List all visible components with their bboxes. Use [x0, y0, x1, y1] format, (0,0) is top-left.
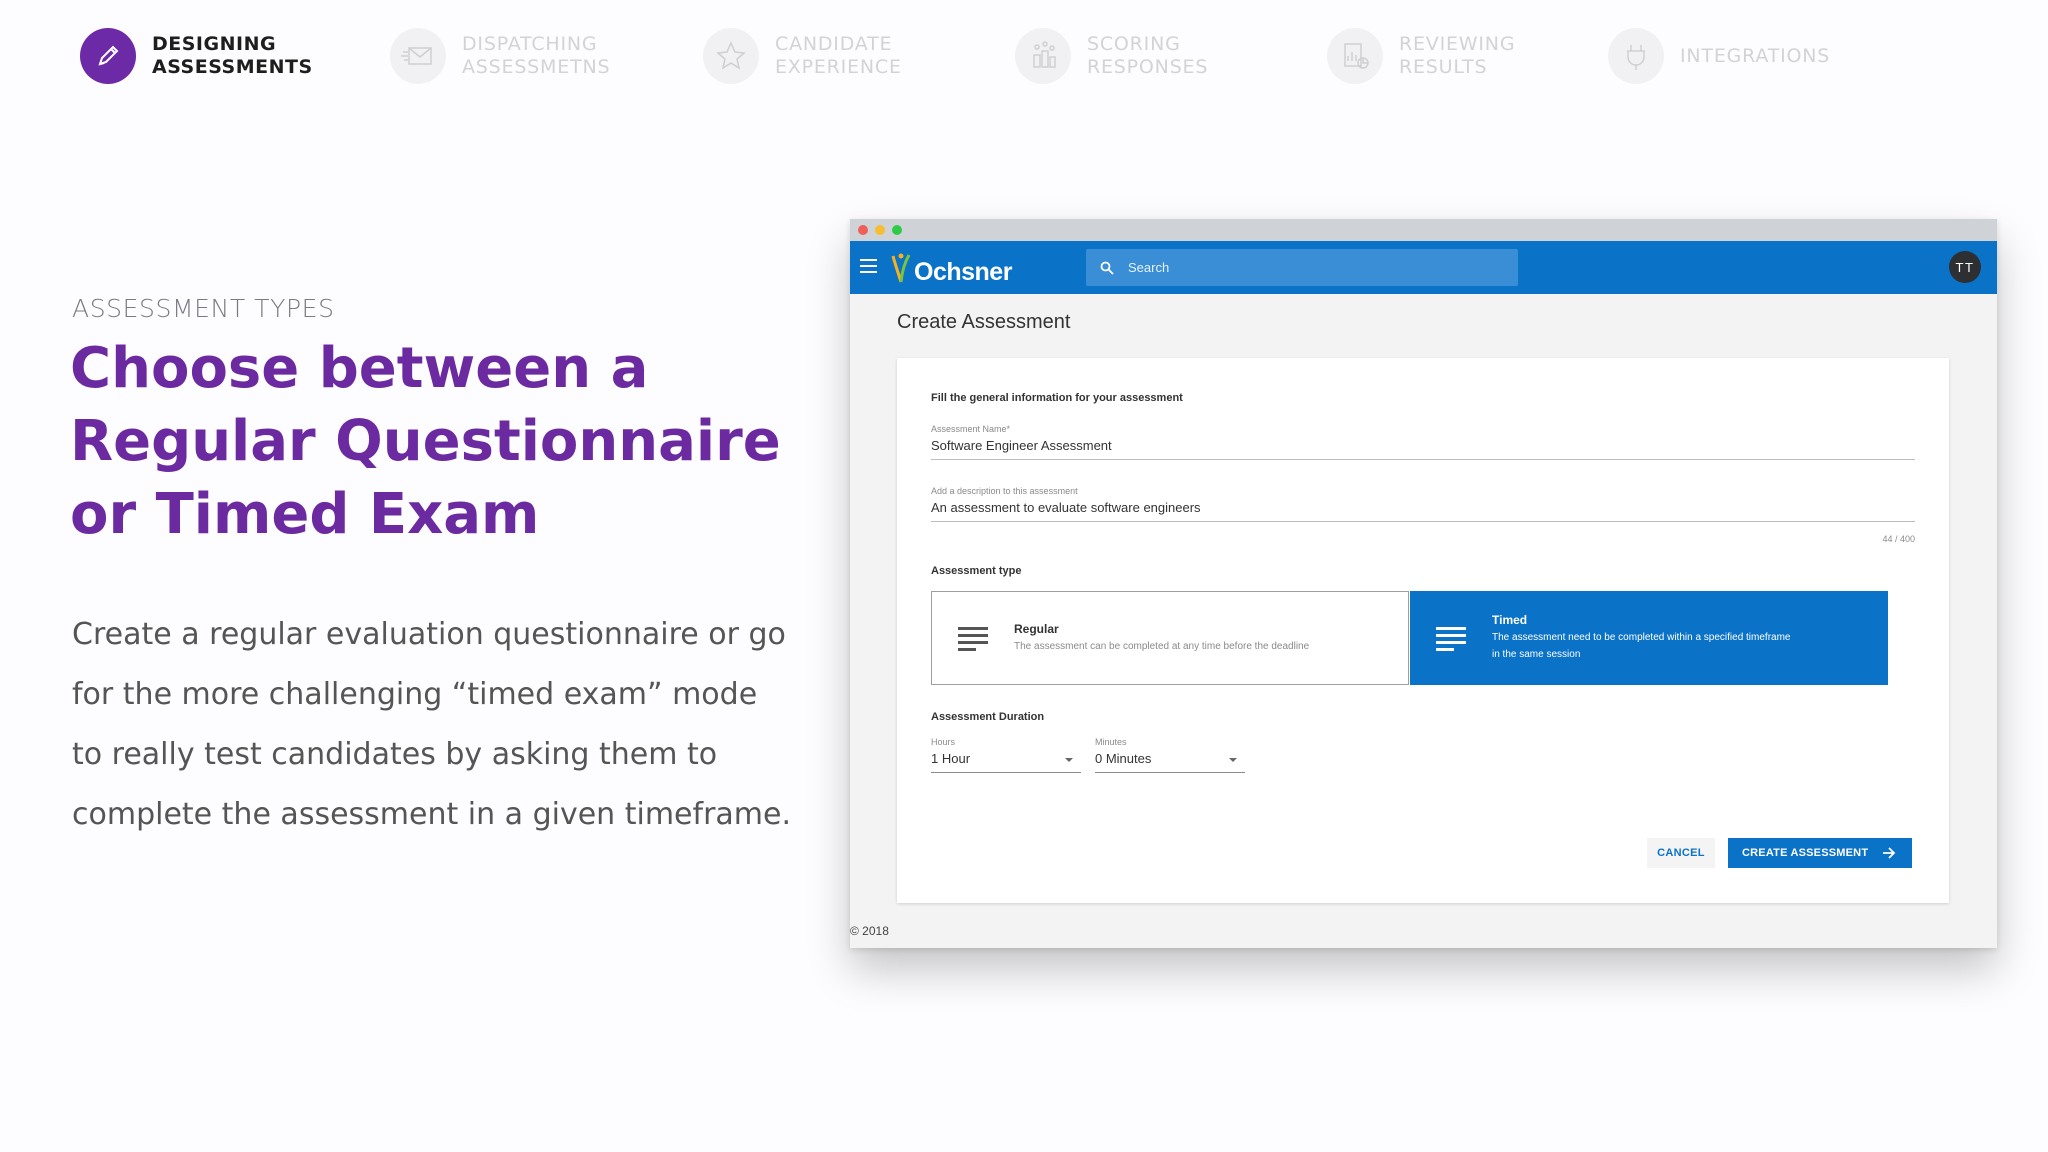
- hours-select[interactable]: Hours 1 Hour: [931, 737, 1081, 773]
- window-close-dot[interactable]: [858, 225, 868, 235]
- step-label: REVIEWING RESULTS: [1399, 33, 1516, 78]
- create-assessment-label: CREATE ASSESSMENT: [1742, 847, 1869, 859]
- assessment-name-label: Assessment Name*: [931, 424, 1011, 434]
- page-title: Create Assessment: [897, 311, 1071, 333]
- assessment-description-field[interactable]: Add a description to this assessment An …: [931, 486, 1915, 522]
- report-icon: [1327, 28, 1383, 84]
- brand-name: Ochsner: [914, 257, 1012, 286]
- assessment-type-regular[interactable]: Regular The assessment can be completed …: [931, 591, 1409, 685]
- description-char-counter: 44 / 400: [1882, 534, 1915, 544]
- step-label: CANDIDATE EXPERIENCE: [775, 33, 902, 78]
- step-integrations[interactable]: INTEGRATIONS: [1608, 24, 1830, 88]
- step-label: DISPATCHING ASSESSMETNS: [462, 33, 611, 78]
- section-eyebrow: ASSESSMENT TYPES: [72, 294, 335, 323]
- window-minimize-dot[interactable]: [875, 225, 885, 235]
- plug-icon: [1608, 28, 1664, 84]
- copyright-footer: © 2018: [850, 924, 889, 938]
- assessment-duration-heading: Assessment Duration: [931, 711, 1045, 723]
- menu-icon[interactable]: [860, 259, 877, 273]
- cancel-button[interactable]: CANCEL: [1647, 838, 1715, 868]
- form-intro: Fill the general information for your as…: [931, 392, 1183, 404]
- minutes-value: 0 Minutes: [1095, 751, 1152, 766]
- chevron-down-icon: [1229, 758, 1237, 762]
- step-navigation: DESIGNING ASSESSMENTS DISPATCHING ASSESS…: [80, 24, 2048, 88]
- chevron-down-icon: [1065, 758, 1073, 762]
- app-window-screenshot: Ochsner TT Create Assessment Fill the ge…: [850, 219, 1997, 948]
- assessment-description-input[interactable]: An assessment to evaluate software engin…: [931, 496, 1915, 522]
- assessment-type-heading: Assessment type: [931, 565, 1022, 577]
- step-label: INTEGRATIONS: [1680, 44, 1831, 67]
- brand-mark-icon: [891, 253, 911, 283]
- user-avatar[interactable]: TT: [1949, 251, 1981, 283]
- star-icon: [703, 28, 759, 84]
- hours-label: Hours: [931, 737, 956, 747]
- step-dispatching-assessments[interactable]: DISPATCHING ASSESSMETNS: [390, 24, 610, 88]
- list-icon: [1436, 627, 1466, 651]
- scoring-icon: [1015, 28, 1071, 84]
- step-designing-assessments[interactable]: DESIGNING ASSESSMENTS: [80, 24, 313, 88]
- type-title: Regular: [1014, 621, 1059, 636]
- body-copy: Create a regular evaluation questionnair…: [72, 617, 792, 832]
- type-title: Timed: [1492, 613, 1528, 627]
- assessment-type-timed[interactable]: Timed The assessment need to be complete…: [1410, 591, 1888, 685]
- step-label: SCORING RESPONSES: [1087, 33, 1209, 78]
- step-candidate-experience[interactable]: CANDIDATE EXPERIENCE: [703, 24, 902, 88]
- search-icon: [1100, 261, 1114, 275]
- search-input[interactable]: [1126, 259, 1490, 276]
- type-description: The assessment can be completed at any t…: [1014, 640, 1310, 652]
- assessment-description-label: Add a description to this assessment: [931, 486, 1078, 496]
- app-header: Ochsner TT: [850, 241, 1997, 294]
- type-description: The assessment need to be completed with…: [1492, 632, 1791, 660]
- assessment-name-field[interactable]: Assessment Name* Software Engineer Asses…: [931, 424, 1915, 460]
- create-assessment-button[interactable]: CREATE ASSESSMENT: [1728, 838, 1912, 868]
- minutes-label: Minutes: [1095, 737, 1127, 747]
- window-maximize-dot[interactable]: [892, 225, 902, 235]
- brand-logo[interactable]: Ochsner: [890, 249, 1012, 287]
- list-icon: [958, 627, 988, 651]
- create-assessment-form: Fill the general information for your as…: [897, 358, 1949, 903]
- pencil-icon: [80, 28, 136, 84]
- step-scoring-responses[interactable]: SCORING RESPONSES: [1015, 24, 1208, 88]
- hours-value: 1 Hour: [931, 751, 971, 766]
- envelope-icon: [390, 28, 446, 84]
- arrow-right-icon: [1883, 847, 1896, 859]
- headline: Choose between a Regular Questionnaire o…: [70, 336, 781, 547]
- search-bar[interactable]: [1086, 249, 1518, 286]
- minutes-select[interactable]: Minutes 0 Minutes: [1095, 737, 1245, 773]
- step-label: DESIGNING ASSESSMENTS: [152, 33, 313, 78]
- window-titlebar: [850, 219, 1997, 241]
- assessment-name-input[interactable]: Software Engineer Assessment: [931, 434, 1915, 460]
- step-reviewing-results[interactable]: REVIEWING RESULTS: [1327, 24, 1515, 88]
